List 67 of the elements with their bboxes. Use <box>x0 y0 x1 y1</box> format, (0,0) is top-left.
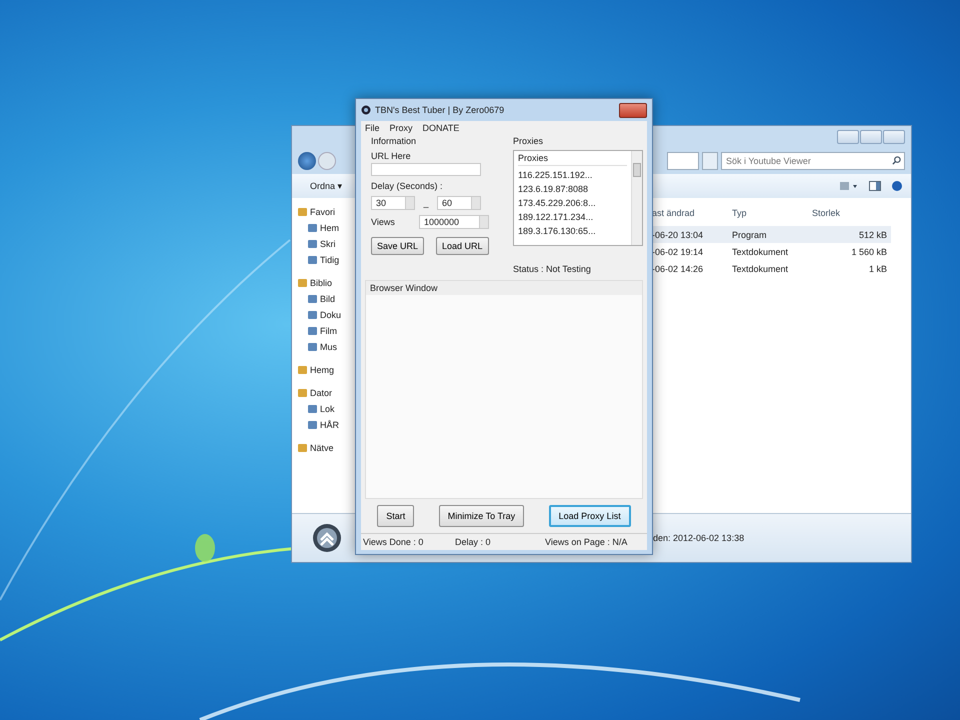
delay-label: Delay (Seconds) : <box>371 181 444 191</box>
status-item: Views Done : 0 <box>363 537 424 547</box>
proxy-list[interactable]: Proxies 116.225.151.192... 123.6.19.87:8088 173.45.229.206:8... 189.122.171.234... 189.3.176.130:65... <box>513 150 643 246</box>
column-header[interactable]: Storlek <box>812 208 891 218</box>
column-header[interactable]: Typ <box>732 208 812 218</box>
nav-item[interactable]: Lok <box>298 401 356 417</box>
nav-item[interactable]: Film <box>298 323 356 339</box>
nav-item[interactable]: Hemg <box>298 362 356 378</box>
window-title: TBN's Best Tuber | By Zero0679 <box>375 105 506 115</box>
app-icon <box>361 105 371 115</box>
scrollbar[interactable] <box>631 151 642 245</box>
minimize-button[interactable] <box>837 130 859 144</box>
nav-item[interactable]: HÅR <box>298 417 356 433</box>
url-field[interactable] <box>371 163 481 176</box>
action-button[interactable]: Minimize To Tray <box>438 505 524 527</box>
nav-item[interactable]: Mus <box>298 339 356 355</box>
ip-address-entry[interactable]: 189.122.171.234... <box>518 210 627 224</box>
views-spinner[interactable]: 1000000 <box>419 215 489 229</box>
action-button[interactable]: Load URL <box>436 237 489 255</box>
forward-button[interactable] <box>318 152 336 170</box>
delay-max-spinner[interactable]: 60 <box>437 196 481 210</box>
list-header: Proxies <box>518 153 627 166</box>
back-button[interactable] <box>298 152 316 170</box>
nav-item[interactable]: Tidig <box>298 252 356 268</box>
action-button[interactable]: Load Proxy List <box>548 505 631 527</box>
menu-item[interactable]: Proxy <box>390 122 413 132</box>
application-icon <box>312 523 342 553</box>
maximize-button[interactable] <box>860 130 882 144</box>
view-options-icon[interactable] <box>839 181 859 191</box>
search-icon <box>892 156 901 165</box>
file-row[interactable]: -06-20 13:04 Program 512 kB <box>652 226 891 243</box>
nav-item[interactable]: Biblio <box>298 275 356 291</box>
group-title: Proxies <box>513 136 544 146</box>
organize-button[interactable]: Ordna ▾ <box>310 181 343 191</box>
ip-address-entry[interactable]: 189.3.176.130:65... <box>518 224 627 238</box>
ip-address-entry[interactable]: 123.6.19.87:8088 <box>518 182 627 196</box>
action-button[interactable]: Start <box>377 505 414 527</box>
address-bar[interactable] <box>667 152 699 170</box>
nav-item[interactable]: Nätve <box>298 440 356 456</box>
menu-item[interactable]: DONATE <box>422 122 460 132</box>
refresh-button[interactable] <box>702 152 718 170</box>
group-title: Browser Window <box>366 281 642 295</box>
close-button[interactable] <box>619 102 647 118</box>
search-field[interactable]: Sök i Youtube Viewer <box>721 152 905 170</box>
file-row[interactable]: -06-02 19:14 Textdokument 1 560 kB <box>652 243 891 260</box>
file-row[interactable]: -06-02 14:26 Textdokument 1 kB <box>652 260 891 277</box>
range-separator: _ <box>422 198 430 208</box>
nav-item[interactable]: Dator <box>298 385 356 401</box>
modified-date: den: 2012-06-02 13:38 <box>653 533 746 543</box>
url-label: URL Here <box>371 151 412 161</box>
nav-item[interactable]: Skri <box>298 236 356 252</box>
menu-item[interactable]: File <box>365 122 380 132</box>
nav-item[interactable]: Bild <box>298 291 356 307</box>
delay-min-spinner[interactable]: 30 <box>371 196 415 210</box>
views-label: Views <box>371 217 396 227</box>
nav-item[interactable]: Doku <box>298 307 356 323</box>
status-text: Status : Not Testing <box>513 264 592 274</box>
group-title: Information <box>371 136 418 146</box>
nav-item[interactable]: Hem <box>298 220 356 236</box>
ip-address-entry[interactable]: 173.45.229.206:8... <box>518 196 627 210</box>
column-header[interactable]: ast ändrad <box>652 208 732 218</box>
nav-item[interactable]: Favori <box>298 204 356 220</box>
ip-address-entry[interactable]: 116.225.151.192... <box>518 168 627 182</box>
action-button[interactable]: Save URL <box>371 237 424 255</box>
status-item: Views on Page : N/A <box>545 537 628 547</box>
preview-pane-icon[interactable] <box>869 181 881 191</box>
status-item: Delay : 0 <box>455 537 492 547</box>
